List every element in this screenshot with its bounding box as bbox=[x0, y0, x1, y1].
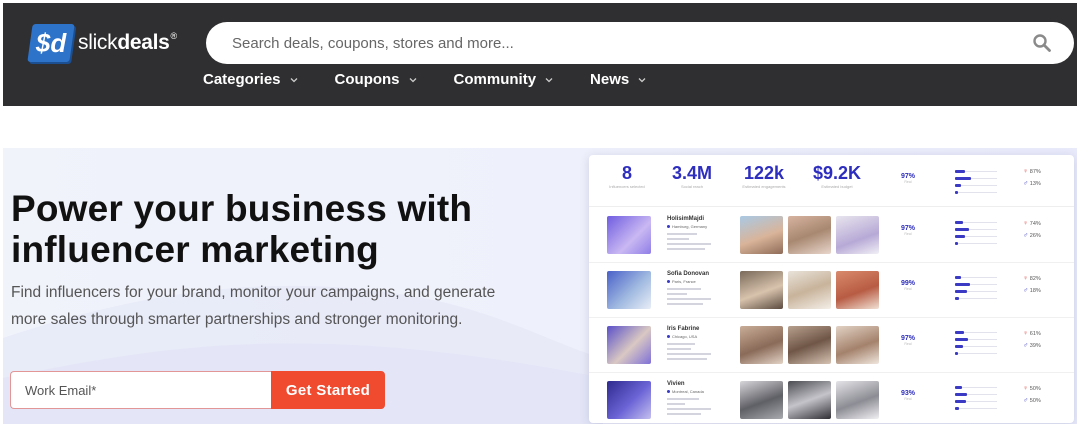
dashboard-preview: 8 Influencers selected 3.4M Social reach… bbox=[589, 155, 1074, 423]
logo-text: slickdeals® bbox=[78, 31, 177, 54]
post-thumbnail bbox=[788, 216, 831, 254]
post-thumbnail bbox=[788, 271, 831, 309]
post-thumbnail bbox=[788, 326, 831, 364]
gender-split: ♀ 74% ♂ 26% bbox=[1023, 220, 1041, 239]
gender-split: ♀ 87% ♂ 13% bbox=[1023, 168, 1041, 187]
slickdeals-logo[interactable]: $d slickdeals® bbox=[27, 24, 177, 62]
gender-split: ♀ 82% ♂ 18% bbox=[1023, 275, 1041, 294]
post-thumbnail bbox=[740, 271, 783, 309]
post-thumbnail bbox=[836, 326, 879, 364]
chevron-down-icon bbox=[638, 77, 646, 82]
age-bars bbox=[947, 169, 997, 197]
influencer-row[interactable]: Sofia Donovan Paris, France 99% Real ♀ 82… bbox=[589, 263, 1074, 318]
female-icon: ♀ bbox=[1023, 275, 1029, 282]
quality-score: 97% Real bbox=[900, 173, 915, 184]
chevron-down-icon bbox=[409, 77, 416, 82]
nav-community[interactable]: Community bbox=[454, 71, 555, 88]
influencer-row[interactable]: HolisimMajdi Hamburg, Germany 97% Real ♀ … bbox=[589, 208, 1074, 263]
male-icon: ♂ bbox=[1023, 232, 1029, 239]
male-icon: ♂ bbox=[1023, 342, 1029, 349]
quality-score: 97% Real bbox=[900, 225, 915, 236]
gender-split: ♀ 61% ♂ 39% bbox=[1023, 330, 1041, 349]
nav-categories[interactable]: Categories bbox=[203, 71, 299, 88]
logo-mark: $d bbox=[27, 24, 75, 62]
quality-score: 99% Real bbox=[900, 280, 915, 291]
nav-news[interactable]: News bbox=[590, 71, 647, 88]
female-icon: ♀ bbox=[1023, 220, 1029, 227]
influencer-avatar bbox=[607, 216, 651, 254]
stats-bar: 8 Influencers selected 3.4M Social reach… bbox=[589, 155, 1074, 207]
post-thumbnail bbox=[836, 271, 879, 309]
post-thumbnail bbox=[836, 216, 879, 254]
gender-split: ♀ 50% ♂ 50% bbox=[1023, 385, 1041, 404]
male-icon: ♂ bbox=[1023, 180, 1029, 187]
hero-section: Power your business with influencer mark… bbox=[3, 148, 1077, 424]
main-nav: Categories Coupons Community News bbox=[203, 71, 647, 88]
influencer-avatar bbox=[607, 326, 651, 364]
stat-influencers: 8 Influencers selected bbox=[609, 163, 645, 189]
work-email-input[interactable] bbox=[10, 371, 271, 409]
male-icon: ♂ bbox=[1023, 397, 1029, 404]
quality-score: 97% Real bbox=[900, 335, 915, 346]
stat-budget: $9.2K Estimated budget bbox=[812, 163, 862, 189]
search-bar bbox=[206, 22, 1074, 64]
influencer-row[interactable]: Vivien Montreal, Canada 93% Real ♀ 50% ♂ … bbox=[589, 373, 1074, 424]
stat-engagements: 122k Estimated engagements bbox=[742, 163, 786, 189]
female-icon: ♀ bbox=[1023, 330, 1029, 337]
male-icon: ♂ bbox=[1023, 287, 1029, 294]
search-icon[interactable] bbox=[1032, 33, 1052, 53]
get-started-button[interactable]: Get Started bbox=[271, 371, 385, 409]
post-thumbnail bbox=[740, 326, 783, 364]
nav-coupons[interactable]: Coupons bbox=[335, 71, 418, 88]
hero-headline: Power your business with influencer mark… bbox=[11, 188, 473, 270]
quality-score: 93% Real bbox=[900, 390, 915, 401]
post-thumbnail bbox=[740, 216, 783, 254]
female-icon: ♀ bbox=[1023, 385, 1029, 392]
search-input[interactable] bbox=[230, 33, 1032, 53]
signup-form: Get Started bbox=[10, 371, 385, 409]
influencer-row[interactable]: Iris Fabrine Chicago, USA 97% Real ♀ 61% … bbox=[589, 318, 1074, 373]
influencer-avatar bbox=[607, 271, 651, 309]
female-icon: ♀ bbox=[1023, 168, 1029, 175]
influencer-avatar bbox=[607, 381, 651, 419]
chevron-down-icon bbox=[290, 77, 297, 82]
hero-subtext: Find influencers for your brand, monitor… bbox=[11, 284, 496, 328]
post-thumbnail bbox=[788, 381, 831, 419]
chevron-down-icon bbox=[545, 77, 553, 82]
site-header: $d slickdeals® Categories Coupons Commun… bbox=[3, 3, 1077, 106]
post-thumbnail bbox=[740, 381, 783, 419]
stat-reach: 3.4M Social reach bbox=[671, 163, 713, 189]
post-thumbnail bbox=[836, 381, 879, 419]
